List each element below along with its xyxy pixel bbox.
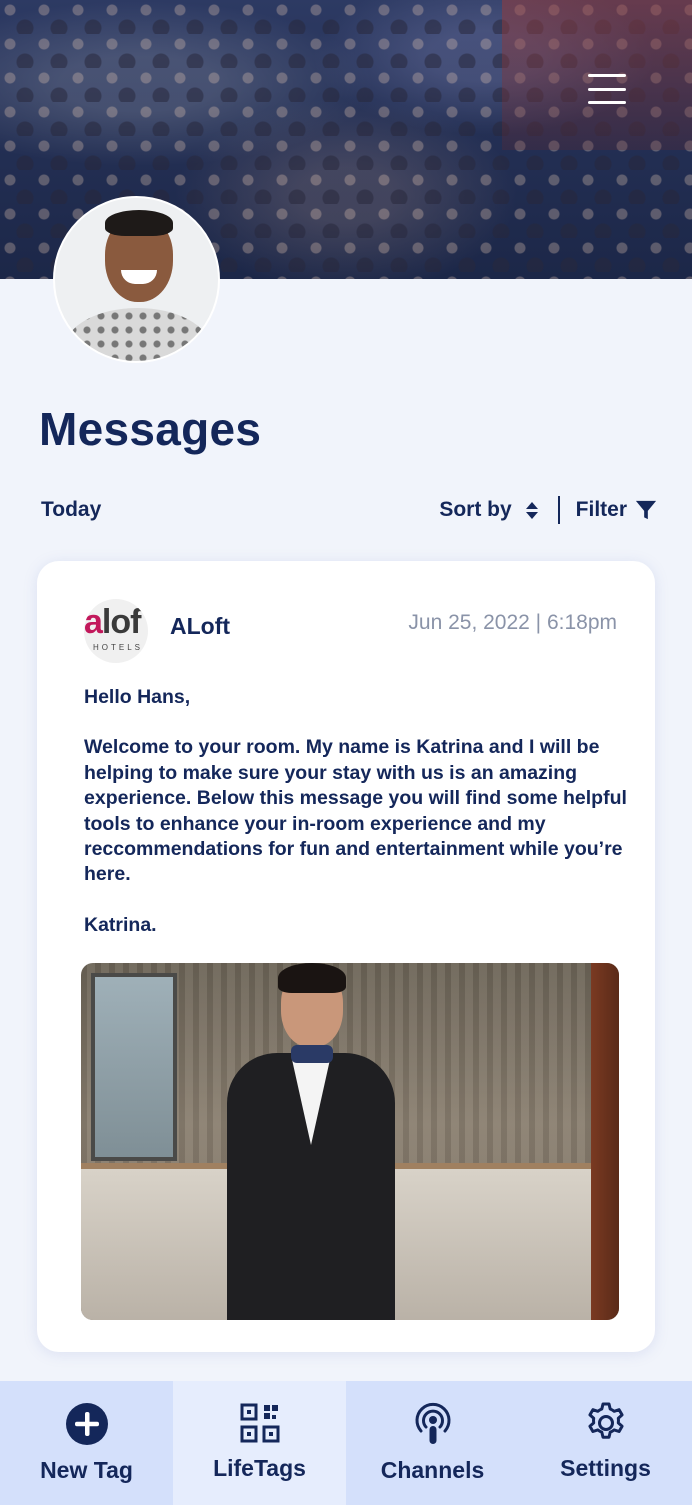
page-title: Messages: [39, 403, 262, 455]
nav-label: Channels: [380, 1457, 485, 1483]
message-greeting: Hello Hans,: [84, 686, 191, 708]
nav-label: LifeTags: [213, 1455, 306, 1481]
hamburger-menu-icon[interactable]: [588, 74, 626, 104]
hotel-concierge-photo: [81, 963, 619, 1320]
nav-new-tag[interactable]: New Tag: [0, 1381, 173, 1505]
nav-label: New Tag: [40, 1457, 133, 1483]
message-body: Hello Hans, Welcome to your room. My nam…: [84, 685, 632, 963]
toolbar-divider: [557, 496, 560, 524]
message-card[interactable]: alof HOTELS ALoft Jun 25, 2022 | 6:18pm …: [37, 561, 655, 1352]
nav-channels[interactable]: Channels: [346, 1381, 519, 1505]
nav-settings[interactable]: Settings: [519, 1381, 692, 1505]
nav-label: Settings: [560, 1455, 651, 1481]
qr-code-icon: [240, 1403, 279, 1443]
filter-label: Filter: [575, 498, 627, 521]
sender-logo: alof HOTELS: [84, 599, 148, 663]
filter-funnel-icon: [635, 500, 657, 520]
message-timestamp: Jun 25, 2022 | 6:18pm: [408, 611, 617, 634]
message-signature: Katrina.: [84, 913, 157, 936]
avatar[interactable]: [53, 196, 220, 363]
plus-circle-icon: [65, 1403, 108, 1445]
nav-lifetags[interactable]: LifeTags: [173, 1381, 346, 1505]
sender-name: ALoft: [170, 613, 231, 639]
date-group-label: Today: [41, 498, 102, 521]
sort-by-button[interactable]: Sort by: [439, 498, 538, 522]
filter-button[interactable]: Filter: [576, 498, 657, 522]
gear-icon: [587, 1402, 624, 1439]
message-paragraph: Welcome to your room. My name is Katrina…: [84, 736, 627, 886]
podcast-icon: [415, 1402, 450, 1444]
sort-icon: [525, 501, 538, 519]
message-toolbar: Today Sort by Filter: [41, 494, 657, 526]
bottom-navigation: New Tag LifeTags Channels Settings: [0, 1381, 692, 1505]
sort-by-label: Sort by: [439, 498, 512, 521]
